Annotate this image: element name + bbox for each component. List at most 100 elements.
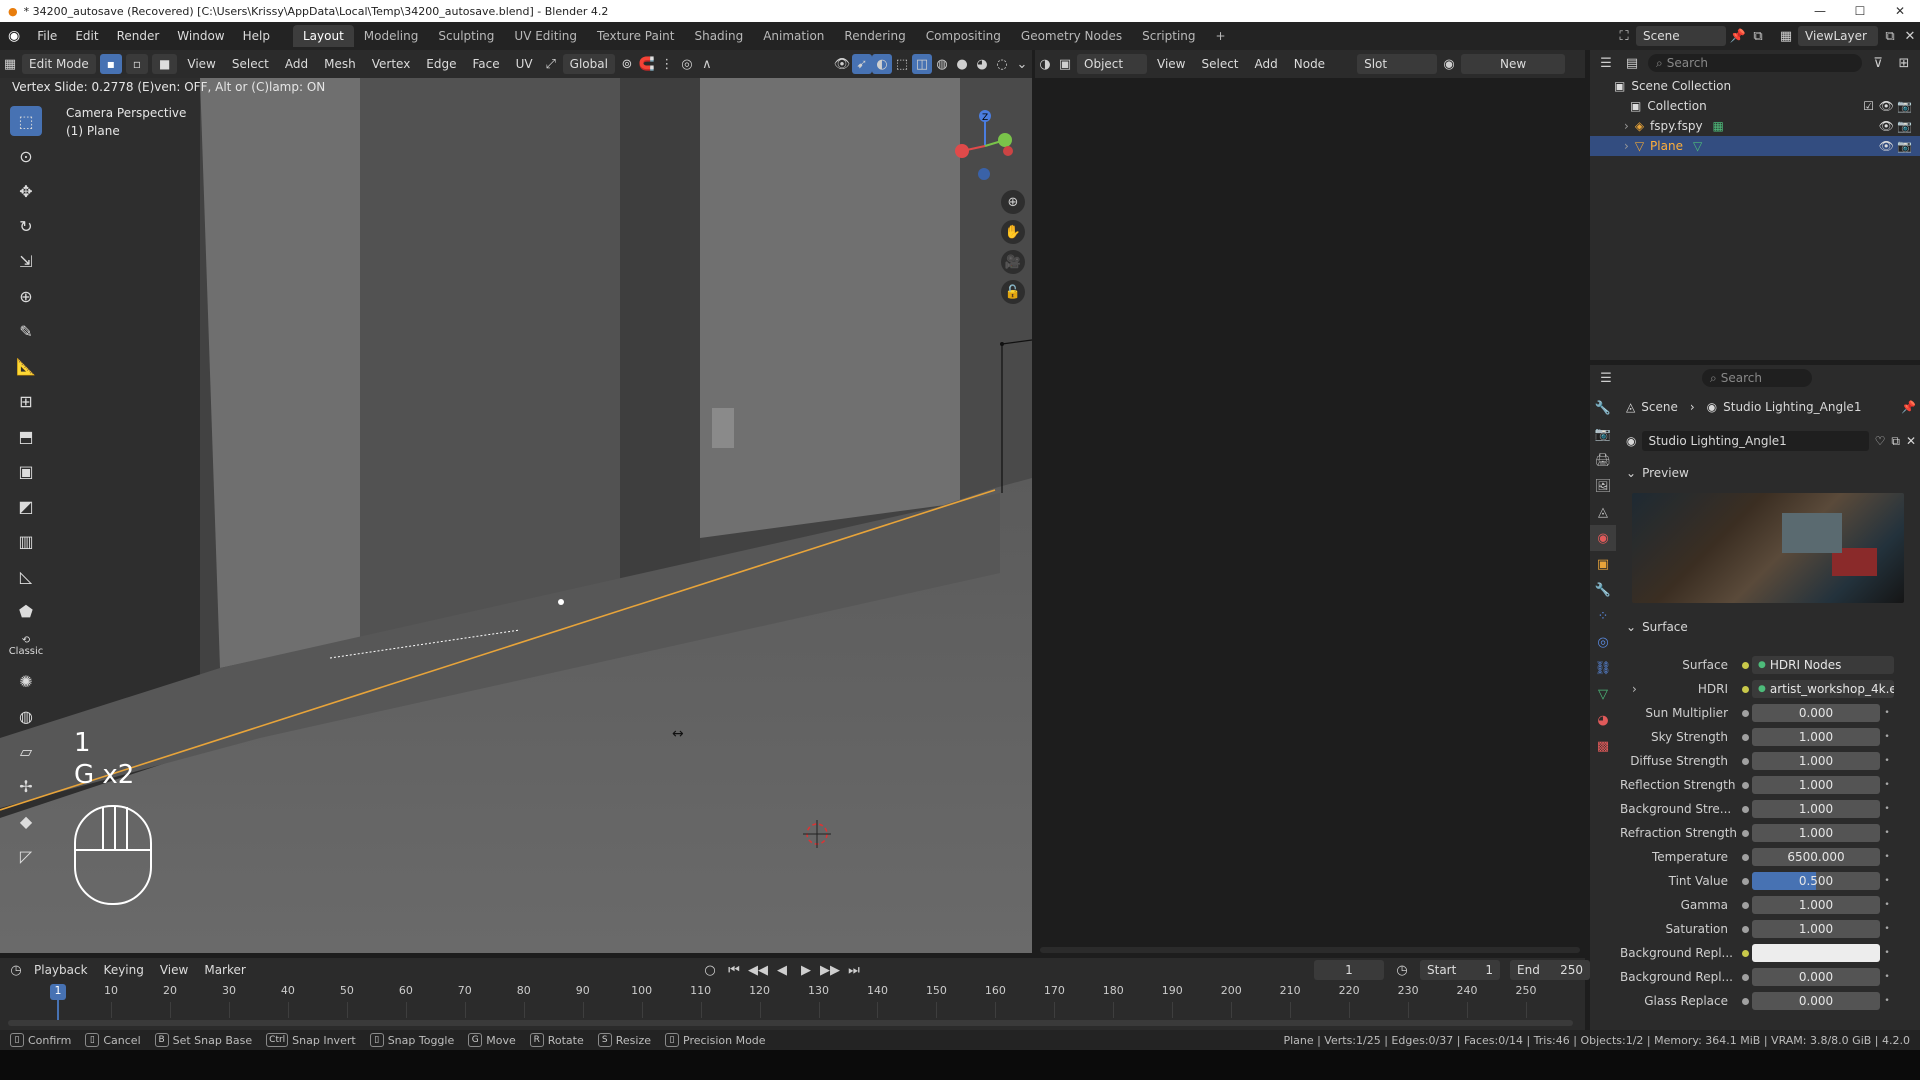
menu-help[interactable]: Help (234, 29, 279, 43)
keyframe-dot-icon[interactable]: • (1880, 828, 1894, 838)
maximize-icon[interactable]: ☐ (1840, 0, 1880, 22)
vp-menu-view[interactable]: View (179, 57, 223, 71)
scene-tab-icon[interactable]: ◬ (1590, 499, 1616, 525)
socket-dot-icon[interactable] (1738, 829, 1752, 837)
outliner-type-icon[interactable]: ☰ (1596, 53, 1616, 73)
tab-compositing[interactable]: Compositing (916, 25, 1011, 47)
add-cube-icon[interactable]: ⊞ (10, 386, 42, 416)
socket-dot-icon[interactable] (1738, 661, 1752, 669)
node-menu-node[interactable]: Node (1286, 57, 1333, 71)
prop-field[interactable]: 0.000 (1752, 704, 1880, 722)
tab-scripting[interactable]: Scripting (1132, 25, 1205, 47)
knife-icon[interactable]: ◺ (10, 561, 42, 591)
tab-modeling[interactable]: Modeling (354, 25, 429, 47)
material-browse-icon[interactable]: ◉ (1439, 54, 1459, 74)
move-icon[interactable]: ✥ (10, 176, 42, 206)
prop-field[interactable]: 1.000 (1752, 896, 1880, 914)
rip-icon[interactable]: ◆ (10, 806, 42, 836)
keyframe-dot-icon[interactable]: • (1880, 972, 1894, 982)
preview-panel-header[interactable]: ⌄ Preview (1626, 463, 1916, 483)
zoom-icon[interactable]: ⊕ (1001, 190, 1025, 214)
outliner-search-input[interactable]: ⌕ Search (1648, 54, 1862, 72)
vp-menu-uv[interactable]: UV (508, 57, 541, 71)
keyframe-dot-icon[interactable]: • (1880, 924, 1894, 934)
editor-type-icon[interactable]: ▦ (0, 54, 20, 74)
rendered-shading-icon[interactable]: ◌ (992, 54, 1012, 74)
material-tab-icon[interactable]: ◕ (1590, 707, 1616, 733)
mode-selector[interactable]: Edit Mode (22, 54, 96, 74)
smooth-icon[interactable]: ✺ (10, 666, 42, 696)
prop-field[interactable]: 0.000 (1752, 992, 1880, 1010)
socket-dot-icon[interactable] (1738, 901, 1752, 909)
keyframe-dot-icon[interactable]: • (1880, 756, 1894, 766)
prop-field[interactable]: 1.000 (1752, 776, 1880, 794)
keyframe-dot-icon[interactable]: • (1880, 852, 1894, 862)
world-name-field[interactable]: Studio Lighting_Angle1 (1642, 431, 1869, 451)
shrink-fatten-icon[interactable]: ◍ (10, 701, 42, 731)
pin-icon[interactable]: 📌 (1728, 26, 1748, 46)
node-menu-view[interactable]: View (1149, 57, 1193, 71)
visibility-eye-icon[interactable]: 👁 (1879, 119, 1894, 133)
snap-icon[interactable]: 🧲 (637, 54, 657, 74)
new-scene-icon[interactable]: ⧉ (1748, 26, 1768, 46)
tab-geometry-nodes[interactable]: Geometry Nodes (1011, 25, 1132, 47)
keyframe-dot-icon[interactable]: • (1880, 804, 1894, 814)
prop-field[interactable]: ● artist_workshop_4k.exr.... (1752, 680, 1894, 698)
data-tab-icon[interactable]: ▽ (1590, 681, 1616, 707)
viewlayer-selector[interactable]: ViewLayer (1798, 26, 1878, 46)
render-camera-icon[interactable]: 📷 (1897, 139, 1912, 153)
vp-menu-add[interactable]: Add (277, 57, 316, 71)
keyframe-dot-icon[interactable]: • (1880, 732, 1894, 742)
tab-shading[interactable]: Shading (684, 25, 753, 47)
properties-type-icon[interactable]: ☰ (1596, 368, 1616, 388)
socket-dot-icon[interactable] (1738, 877, 1752, 885)
overlay-icon[interactable]: ◐ (872, 54, 892, 74)
wireframe-shading-icon[interactable]: ◍ (932, 54, 952, 74)
duplicate-icon[interactable]: ⧉ (1891, 434, 1900, 449)
render-camera-icon[interactable]: 📷 (1897, 119, 1912, 133)
bevel-icon[interactable]: ◩ (10, 491, 42, 521)
falloff-icon[interactable]: ∧ (697, 54, 717, 74)
prop-field[interactable]: ● HDRI Nodes (1752, 656, 1894, 674)
xray-icon[interactable]: ◫ (912, 54, 932, 74)
world-tab-icon[interactable]: ◉ (1590, 525, 1616, 551)
visibility-eye-icon[interactable]: 👁 (1879, 99, 1894, 113)
prop-field[interactable] (1752, 944, 1880, 962)
fake-user-icon[interactable]: ♡ (1875, 434, 1886, 448)
vp-menu-edge[interactable]: Edge (418, 57, 464, 71)
slot-selector[interactable]: Slot (1357, 54, 1438, 74)
snap-target-icon[interactable]: ⋮ (657, 54, 677, 74)
new-collection-icon[interactable]: ⊞ (1894, 53, 1914, 73)
transform-orientation-selector[interactable]: Global (562, 54, 615, 74)
object-tab-icon[interactable]: ▣ (1590, 551, 1616, 577)
shading-options-icon[interactable]: ⌄ (1012, 54, 1032, 74)
scale-icon[interactable]: ⇲ (10, 246, 42, 276)
prop-field[interactable]: 6500.000 (1752, 848, 1880, 866)
vp-menu-select[interactable]: Select (224, 57, 277, 71)
expand-arrow-icon[interactable]: › (1632, 682, 1637, 696)
tab-uv-editing[interactable]: UV Editing (504, 25, 587, 47)
exclude-checkbox[interactable]: ☑ (1863, 99, 1874, 113)
properties-search-input[interactable]: ⌕ Search (1702, 369, 1812, 387)
prop-field[interactable]: 0.500 (1752, 872, 1880, 890)
gizmo-icon[interactable]: ➹ (852, 54, 872, 74)
tab-texture-paint[interactable]: Texture Paint (587, 25, 684, 47)
socket-dot-icon[interactable] (1738, 973, 1752, 981)
transform-icon[interactable]: ⊕ (10, 281, 42, 311)
prop-field[interactable]: 1.000 (1752, 800, 1880, 818)
socket-dot-icon[interactable] (1738, 925, 1752, 933)
shader-type-selector[interactable]: Object (1077, 54, 1147, 74)
mesh-overlay-icon[interactable]: ⬚ (892, 54, 912, 74)
surface-panel-header[interactable]: ⌄ Surface (1626, 617, 1916, 637)
vp-menu-face[interactable]: Face (465, 57, 508, 71)
camera-view-icon[interactable]: 🎥 (1001, 250, 1025, 274)
socket-dot-icon[interactable] (1738, 949, 1752, 957)
remove-viewlayer-icon[interactable]: ✕ (1900, 26, 1920, 46)
display-mode-icon[interactable]: ▤ (1622, 53, 1642, 73)
shear-icon[interactable]: ▱ (10, 736, 42, 766)
node-editor-scrollbar[interactable] (1040, 947, 1580, 953)
new-material-button[interactable]: New (1461, 54, 1566, 74)
lock-camera-icon[interactable]: 🔓 (1001, 280, 1025, 304)
poly-build-icon[interactable]: ⬟ (10, 596, 42, 626)
menu-file[interactable]: File (28, 29, 66, 43)
